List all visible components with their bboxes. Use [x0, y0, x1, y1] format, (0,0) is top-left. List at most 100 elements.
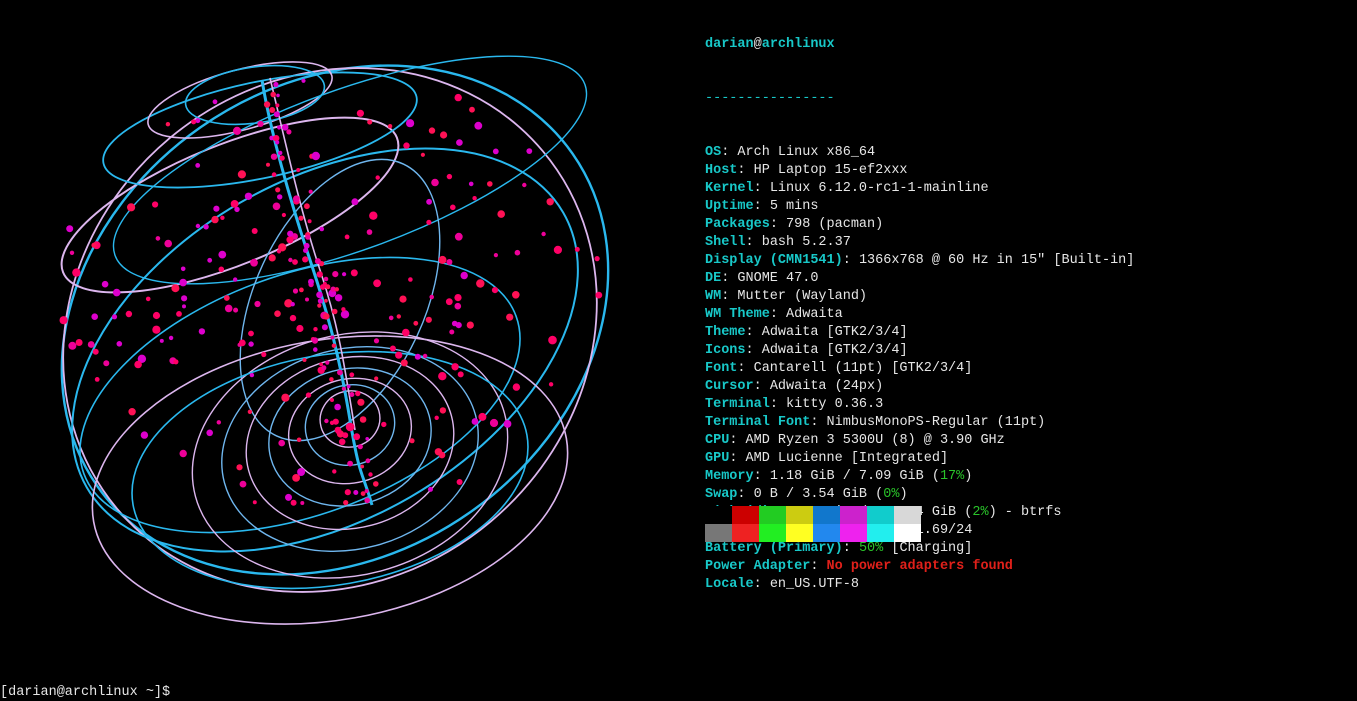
swirl-particle [353, 433, 361, 441]
swirl-particle [355, 390, 361, 397]
palette-swatch [813, 506, 840, 524]
swirl-particle [316, 291, 323, 299]
info-row: Theme: Adwaita [GTK2/3/4] [705, 324, 1134, 342]
info-colon: : [729, 433, 746, 448]
swirl-particle [466, 321, 474, 329]
swirl-particle [173, 359, 179, 365]
info-key: Swap [705, 487, 738, 502]
swirl-particle [454, 93, 462, 102]
info-value: kitty 0.36.3 [786, 397, 884, 412]
swirl-particle [152, 201, 159, 208]
swirl-particle [428, 127, 436, 134]
info-error: No power adapters found [826, 559, 1013, 574]
info-row: Uptime: 5 mins [705, 198, 1134, 216]
swirl-particle [101, 280, 109, 288]
swirl-particle [399, 295, 407, 303]
info-row: Packages: 798 (pacman) [705, 216, 1134, 234]
info-key: Uptime [705, 199, 754, 214]
palette-swatch [813, 524, 840, 542]
swirl-particle [273, 81, 279, 88]
info-colon: : [769, 217, 787, 232]
swirl-particle [278, 150, 283, 156]
swirl-particle [261, 351, 267, 358]
swirl-particle [212, 99, 218, 105]
swirl-ring [245, 355, 455, 531]
palette-swatch [732, 524, 759, 542]
swirl-particle [111, 314, 118, 320]
swirl-particle [171, 284, 180, 293]
color-palette [705, 506, 921, 542]
palette-swatch [786, 524, 813, 542]
info-row: Memory: 1.18 GiB / 7.09 GiB (17%) [705, 468, 1134, 486]
info-colon: : [737, 163, 754, 178]
swirl-particle [324, 418, 329, 424]
info-key: WM [705, 289, 722, 304]
swirl-particle [476, 279, 485, 288]
swirl-particle [155, 236, 161, 241]
swirl-particle [365, 458, 371, 464]
shell-prompt[interactable]: [darian@archlinux ~]$ [0, 682, 186, 701]
swirl-particle [181, 295, 188, 302]
swirl-particle [289, 314, 297, 322]
swirl-particle [319, 226, 325, 232]
fastfetch-logo-art [59, 55, 610, 625]
swirl-particle [460, 271, 468, 280]
swirl-particle [409, 438, 415, 444]
info-value: Cantarell (11pt) [GTK2/3/4] [753, 361, 973, 376]
palette-swatch [867, 506, 894, 524]
info-row: WM Theme: Adwaita [705, 306, 1134, 324]
swirl-particle [304, 203, 310, 210]
swirl-particle [329, 377, 334, 382]
swirl-particle [87, 341, 95, 348]
swirl-particle [112, 288, 121, 297]
swirl-particle [335, 428, 342, 435]
swirl-particle [233, 126, 242, 135]
info-key: Packages [705, 217, 770, 232]
swirl-particle [91, 242, 97, 248]
swirl-particle [218, 266, 225, 273]
info-key: OS [705, 145, 722, 160]
swirl-particle [369, 211, 378, 220]
swirl-particle [341, 307, 346, 312]
swirl-particle [446, 259, 453, 265]
info-row: GPU: AMD Lucienne [Integrated] [705, 450, 1134, 468]
swirl-particle [203, 224, 209, 230]
palette-swatch [759, 506, 786, 524]
swirl-particle [497, 210, 506, 218]
swirl-particle [296, 168, 301, 172]
swirl-particle [512, 383, 521, 391]
info-colon: : [769, 397, 787, 412]
swirl-particle [285, 493, 292, 501]
swirl-particle [402, 328, 410, 337]
info-value: en_US.UTF-8 [769, 577, 859, 592]
swirl-particle [456, 139, 463, 146]
swirl-particle [276, 93, 280, 98]
info-row: Icons: Adwaita [GTK2/3/4] [705, 342, 1134, 360]
swirl-particle [331, 343, 337, 348]
info-row: Cursor: Adwaita (24px) [705, 378, 1134, 396]
swirl-particle [342, 272, 347, 277]
swirl-particle [69, 250, 75, 255]
swirl-particle [425, 316, 432, 323]
swirl-particle [451, 320, 458, 327]
swirl-particle [541, 231, 546, 237]
swirl-particle [321, 365, 327, 371]
swirl-particle [103, 360, 110, 367]
info-colon: : [842, 253, 859, 268]
info-row: DE: GNOME 47.0 [705, 270, 1134, 288]
swirl-particle [319, 284, 326, 290]
info-colon: : [753, 379, 770, 394]
swirl-particle [296, 437, 302, 443]
swirl-particle [277, 125, 282, 130]
info-value: NimbusMonoPS-Regular (11pt) [826, 415, 1046, 430]
info-percent: 50% [858, 541, 884, 556]
swirl-particle [195, 223, 201, 229]
swirl-particle [422, 353, 428, 359]
swirl-particle [116, 341, 123, 347]
swirl-particle [275, 187, 281, 193]
swirl-particle [343, 500, 349, 506]
info-key: Display (CMN1541) [705, 253, 843, 268]
swirl-particle [207, 257, 213, 263]
swirl-particle [340, 310, 350, 319]
swirl-particle [553, 245, 563, 254]
